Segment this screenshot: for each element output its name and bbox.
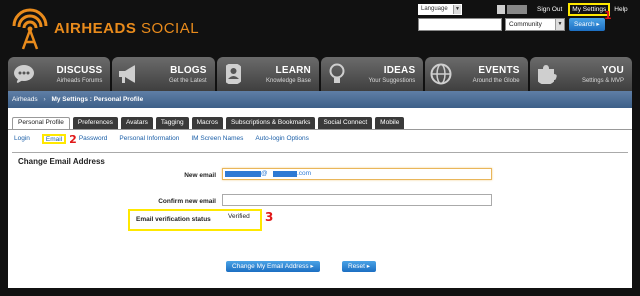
redacted-username[interactable] <box>507 5 527 14</box>
nav-subtitle: Knowledge Base <box>265 78 311 84</box>
subtab-email[interactable]: Email <box>41 134 67 144</box>
new-email-input[interactable]: @ .com <box>222 168 492 180</box>
profile-subtabs: Login Email 2 Password Personal Informat… <box>14 133 321 146</box>
brand-logo-text[interactable]: AIRHEADS SOCIAL <box>54 20 199 37</box>
subtab-personal-information[interactable]: Personal Information <box>119 134 179 144</box>
settings-panel: Airheads › My Settings : Personal Profil… <box>8 91 632 288</box>
new-email-label: New email <box>184 172 216 179</box>
nav-subtitle: Airheads Forums <box>56 78 103 84</box>
annotation-number-2: 2 <box>69 133 77 146</box>
nav-title: DISCUSS <box>56 65 103 76</box>
language-select-label: Language <box>421 6 448 12</box>
dropdown-arrow-icon: ▼ <box>555 19 564 30</box>
nav-subtitle: Around the Globe <box>472 78 520 84</box>
tab-mobile[interactable]: Mobile <box>375 117 405 129</box>
nav-title: IDEAS <box>383 65 416 76</box>
megaphone-icon <box>119 65 136 83</box>
verification-status-value: Verified <box>228 213 250 220</box>
breadcrumb: Airheads › My Settings : Personal Profil… <box>8 91 632 108</box>
lightbulb-icon <box>329 63 345 83</box>
search-input[interactable] <box>418 18 502 31</box>
nav-title: LEARN <box>275 65 311 76</box>
tab-subscriptions-bookmarks[interactable]: Subscriptions & Bookmarks <box>225 117 316 129</box>
nav-title: EVENTS <box>478 65 520 76</box>
verification-status-label: Email verification status <box>136 216 211 223</box>
search-bar: Community ▼ Search ▸ <box>418 18 605 31</box>
tab-macros[interactable]: Macros <box>191 117 223 129</box>
dropdown-arrow-icon: ▼ <box>453 5 461 14</box>
nav-subtitle: Your Suggestions <box>368 78 416 84</box>
subtab-im-screen-names[interactable]: IM Screen Names <box>191 134 243 144</box>
tab-social-connect[interactable]: Social Connect <box>318 117 373 129</box>
email-tld: .com <box>297 170 312 177</box>
annotation-number-1: 1 <box>604 9 612 22</box>
brand-suffix: SOCIAL <box>141 20 200 37</box>
globe-icon <box>430 63 452 85</box>
tab-personal-profile[interactable]: Personal Profile <box>12 117 70 129</box>
confirm-email-label: Confirm new email <box>158 198 216 205</box>
sign-out-link[interactable]: Sign Out <box>537 6 562 13</box>
nav-subtitle: Get the Latest <box>168 78 207 84</box>
search-scope-select[interactable]: Community ▼ <box>505 18 565 31</box>
subtab-auto-login-options[interactable]: Auto-login Options <box>255 134 308 144</box>
breadcrumb-current: My Settings : Personal Profile <box>51 96 144 103</box>
user-avatar[interactable] <box>497 5 505 14</box>
nav-discuss[interactable]: DISCUSS Airheads Forums <box>8 57 111 91</box>
tab-tagging[interactable]: Tagging <box>155 117 189 129</box>
redacted-email-user <box>225 171 261 177</box>
subtab-login[interactable]: Login <box>14 134 30 144</box>
subtab-password[interactable]: Password <box>79 134 108 144</box>
annotation-number-3: 3 <box>265 210 274 224</box>
puzzle-piece-icon <box>537 65 557 84</box>
search-scope-value: Community <box>509 21 542 28</box>
help-link[interactable]: Help <box>614 6 627 13</box>
nav-ideas[interactable]: IDEAS Your Suggestions <box>320 57 424 91</box>
change-email-button[interactable]: Change My Email Address ▸ <box>226 261 320 272</box>
search-button[interactable]: Search ▸ <box>569 18 605 31</box>
tab-avatars[interactable]: Avatars <box>120 117 153 129</box>
email-at-sign: @ <box>261 170 268 177</box>
confirm-email-input[interactable] <box>222 194 492 206</box>
reset-button[interactable]: Reset ▸ <box>342 261 377 272</box>
nav-blogs[interactable]: BLOGS Get the Latest <box>112 57 215 91</box>
site-header: AIRHEADS SOCIAL Language ▼ Sign Out My S… <box>0 0 640 56</box>
nav-title: BLOGS <box>170 65 207 76</box>
language-select[interactable]: Language ▼ <box>418 4 462 15</box>
nav-learn[interactable]: LEARN Knowledge Base <box>216 57 319 91</box>
verification-status-highlight: Email verification status Verified <box>128 209 262 231</box>
brand-name: AIRHEADS <box>54 20 137 37</box>
breadcrumb-separator: › <box>43 96 46 103</box>
main-nav: DISCUSS Airheads Forums BLOGS Get the La… <box>8 57 632 91</box>
address-book-icon <box>225 64 241 84</box>
redacted-email-domain <box>273 171 297 177</box>
wifi-antenna-logo-icon <box>12 8 48 50</box>
nav-subtitle: Settings & MVP <box>581 78 624 84</box>
nav-title: YOU <box>601 65 624 76</box>
tab-preferences[interactable]: Preferences <box>72 117 118 129</box>
top-utility-links: Language ▼ Sign Out My Settings Help <box>418 3 628 16</box>
nav-you[interactable]: YOU Settings & MVP <box>529 57 632 91</box>
speech-bubble-icon <box>14 65 34 84</box>
change-email-form: Change Email Address New email @ .com Co… <box>12 152 628 280</box>
nav-events[interactable]: EVENTS Around the Globe <box>425 57 528 91</box>
section-title: Change Email Address <box>18 157 105 166</box>
settings-tabs: Personal Profile Preferences Avatars Tag… <box>12 117 407 129</box>
tabs-divider <box>8 129 632 130</box>
breadcrumb-root-link[interactable]: Airheads <box>12 96 38 103</box>
